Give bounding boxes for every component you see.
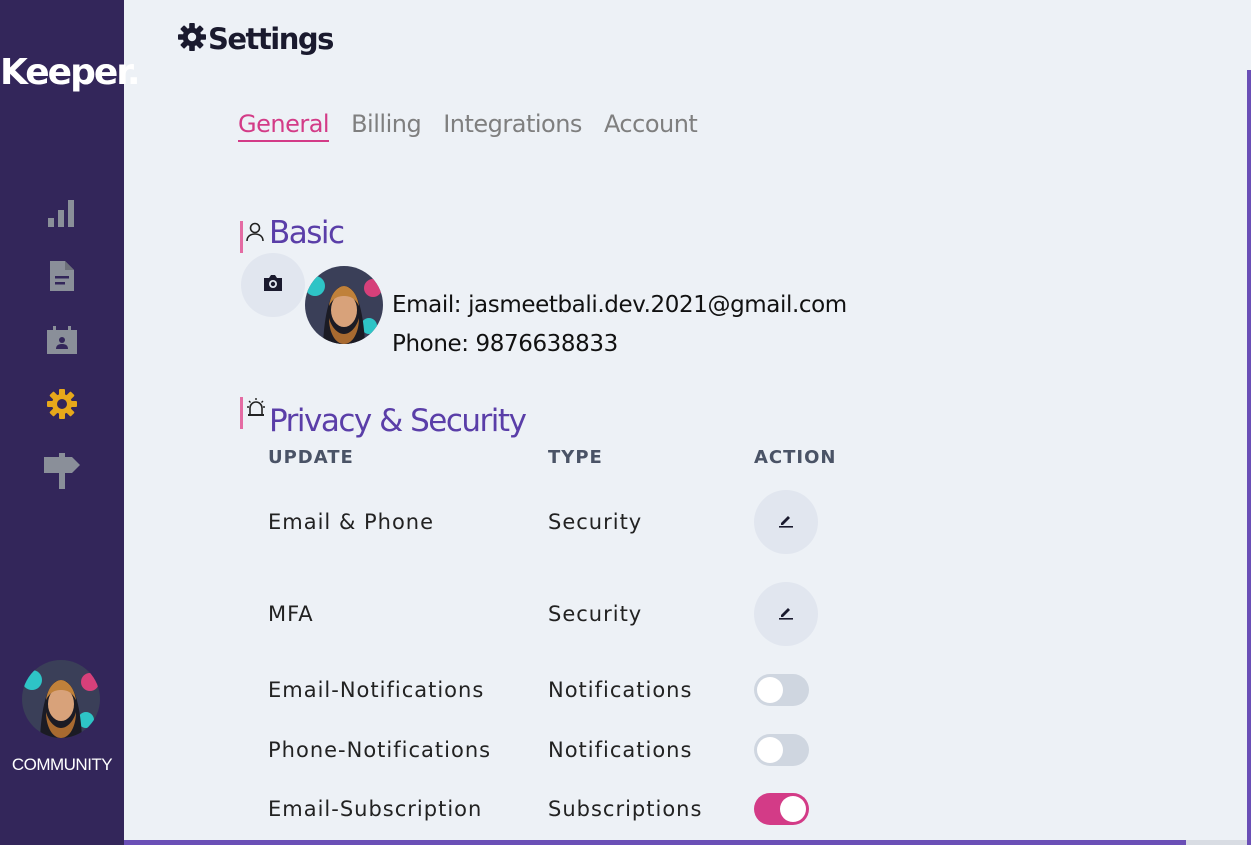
column-header-type: TYPE — [548, 447, 603, 468]
page-header: Settings — [178, 22, 334, 56]
gear-icon — [178, 22, 206, 56]
bar-chart-icon[interactable] — [44, 195, 80, 231]
section-title-basic: Basic — [269, 215, 345, 251]
row-type: Subscriptions — [548, 797, 703, 821]
tab-billing[interactable]: Billing — [351, 110, 422, 142]
row-type: Security — [548, 602, 643, 626]
document-icon[interactable] — [44, 258, 80, 294]
row-update-email-subscription: Email-Subscription — [268, 797, 483, 821]
row-update-email-notifications: Email-Notifications — [268, 678, 485, 702]
column-header-action: ACTION — [754, 447, 837, 468]
camera-icon — [262, 274, 284, 297]
row-update-mfa: MFA — [268, 602, 314, 626]
email-subscription-toggle[interactable] — [754, 793, 809, 825]
edit-email-phone-button[interactable] — [754, 490, 818, 554]
email-notifications-toggle[interactable] — [754, 674, 809, 706]
edit-mfa-button[interactable] — [754, 582, 818, 646]
calendar-user-icon[interactable] — [44, 322, 80, 358]
pencil-icon — [778, 512, 794, 533]
toggle-knob — [757, 737, 783, 763]
toggle-knob — [780, 796, 806, 822]
tab-integrations[interactable]: Integrations — [443, 110, 582, 142]
horizontal-scrollbar[interactable] — [124, 840, 1186, 845]
row-type: Security — [548, 510, 643, 534]
alarm-icon — [246, 397, 266, 422]
page-title: Settings — [208, 22, 334, 56]
section-title-privacy: Privacy & Security — [269, 403, 527, 439]
profile-avatar — [305, 266, 383, 344]
column-header-update: UPDATE — [268, 447, 354, 468]
upload-photo-button[interactable] — [241, 253, 305, 317]
pencil-icon — [778, 604, 794, 625]
row-update-email-phone: Email & Phone — [268, 510, 435, 534]
section-accent-bar — [240, 221, 243, 253]
row-type: Notifications — [548, 678, 693, 702]
gear-icon[interactable] — [44, 386, 80, 422]
app-logo[interactable]: Keeper. — [0, 52, 141, 93]
row-update-phone-notifications: Phone-Notifications — [268, 738, 492, 762]
tab-account[interactable]: Account — [604, 110, 698, 142]
row-type: Notifications — [548, 738, 693, 762]
vertical-scrollbar[interactable] — [1247, 70, 1251, 845]
sidebar: Keeper. COMMUNITY — [0, 0, 141, 845]
email-value: Email: jasmeetbali.dev.2021@gmail.com — [392, 292, 847, 318]
settings-tabs: General Billing Integrations Account — [238, 110, 719, 142]
section-accent-bar — [240, 397, 243, 429]
tab-general[interactable]: General — [238, 110, 330, 142]
community-label[interactable]: COMMUNITY — [0, 755, 124, 775]
user-icon — [246, 222, 264, 247]
phone-notifications-toggle[interactable] — [754, 734, 809, 766]
signpost-icon[interactable] — [44, 452, 80, 489]
phone-value: Phone: 9876638833 — [392, 331, 618, 357]
avatar[interactable] — [22, 660, 100, 738]
toggle-knob — [757, 677, 783, 703]
